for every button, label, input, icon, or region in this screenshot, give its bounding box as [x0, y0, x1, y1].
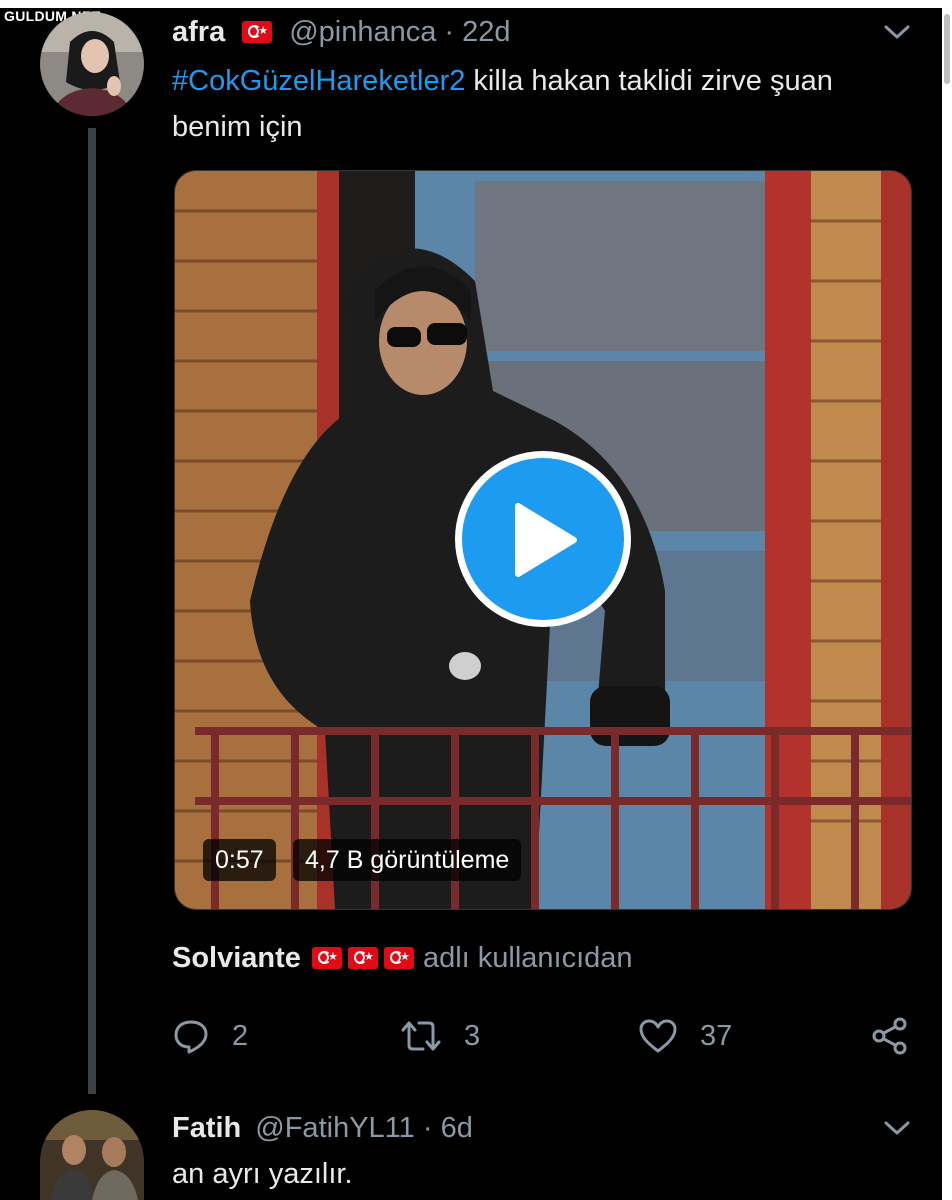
- share-button[interactable]: [870, 1012, 910, 1060]
- reply-header: Fatih @FatihYL11 · 6d: [172, 1108, 473, 1148]
- avatar[interactable]: [40, 12, 144, 116]
- turkey-flag-icon: [347, 947, 378, 969]
- tweet-header: afra @pinhanca · 22d: [172, 12, 511, 52]
- reply-author-handle[interactable]: @FatihYL11: [255, 1112, 415, 1145]
- turkey-flag-icon: [242, 21, 273, 43]
- like-count: 37: [700, 1019, 733, 1052]
- chevron-down-icon[interactable]: [882, 22, 912, 42]
- reply-count: 2: [232, 1019, 249, 1052]
- attribution-name[interactable]: Solviante: [172, 942, 301, 975]
- retweet-icon: [401, 1021, 441, 1051]
- retweet-button[interactable]: 3: [400, 1012, 480, 1060]
- heart-icon: [639, 1019, 677, 1053]
- thread-line: [88, 128, 96, 1094]
- author-name[interactable]: afra: [172, 16, 225, 49]
- separator-dot: ·: [444, 15, 455, 48]
- video-views: 4,7 B görüntüleme: [293, 839, 522, 881]
- reply-time[interactable]: 6d: [441, 1112, 473, 1145]
- hashtag-link[interactable]: #CokGüzelHareketler2: [172, 65, 465, 97]
- reply-button[interactable]: 2: [172, 1012, 248, 1060]
- author-handle[interactable]: @pinhanca: [289, 16, 436, 49]
- tweet-text: #CokGüzelHareketler2 killa hakan taklidi…: [172, 58, 872, 150]
- scrollbar[interactable]: [944, 14, 950, 84]
- attribution-suffix: adlı kullanıcıdan: [422, 941, 633, 974]
- chevron-down-icon[interactable]: [882, 1118, 912, 1138]
- play-icon: [515, 503, 577, 577]
- video-player[interactable]: 0:57 4,7 B görüntüleme: [174, 170, 912, 910]
- play-button[interactable]: [455, 451, 631, 627]
- like-button[interactable]: 37: [638, 1012, 732, 1060]
- retweet-count: 3: [464, 1019, 481, 1052]
- screenshot-border-right: [942, 0, 952, 1200]
- reply-author-name[interactable]: Fatih: [172, 1112, 241, 1145]
- turkey-flag-icon: [311, 947, 342, 969]
- video-attribution[interactable]: Solviante adlı kullanıcıdan: [172, 936, 633, 980]
- separator-dot: ·: [422, 1111, 433, 1144]
- reply-icon: [174, 1020, 208, 1054]
- screenshot-border-top: [0, 0, 952, 8]
- reply-text: an ayrı yazılır.: [172, 1158, 353, 1190]
- reply-avatar[interactable]: [40, 1110, 144, 1200]
- tweet-time[interactable]: 22d: [462, 16, 510, 49]
- reply-avatar-image: [40, 1110, 144, 1200]
- turkey-flag-icon: [383, 947, 414, 969]
- avatar-image: [40, 12, 144, 116]
- share-icon: [872, 1017, 907, 1055]
- video-duration: 0:57: [203, 839, 276, 881]
